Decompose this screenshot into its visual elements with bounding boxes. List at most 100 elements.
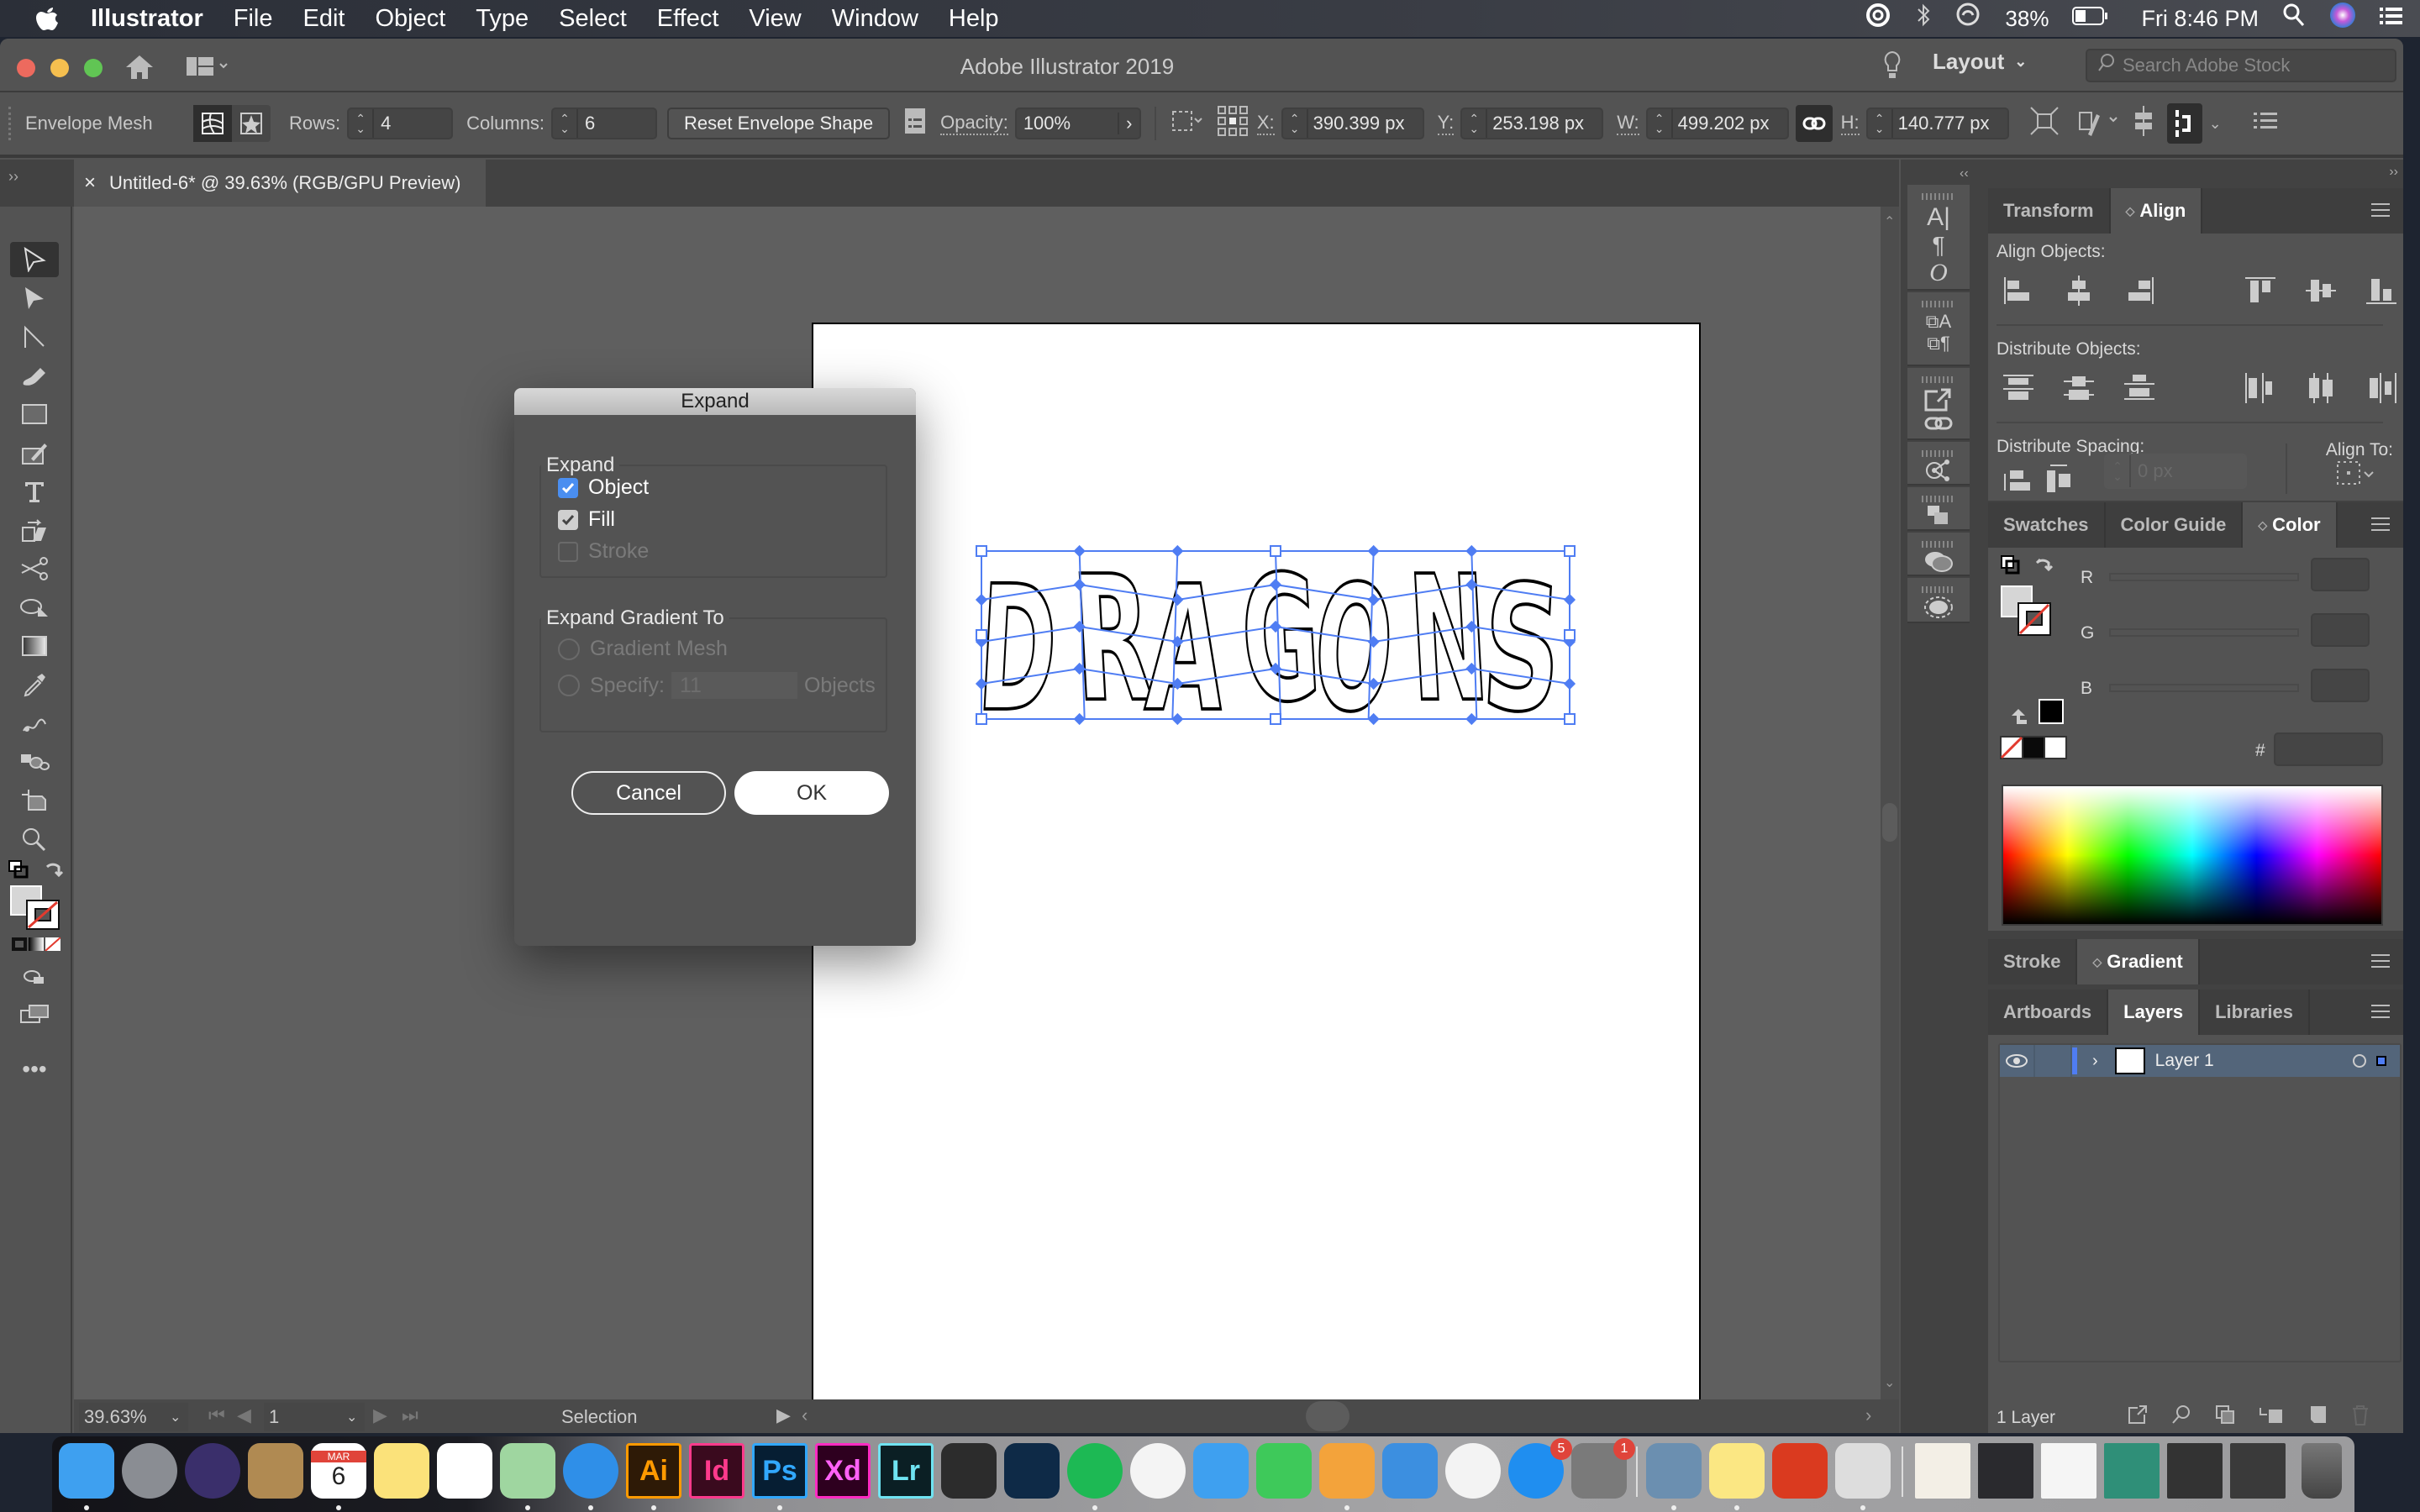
panel-group-grip[interactable]: [1922, 193, 1955, 200]
color-spectrum[interactable]: [2002, 785, 2383, 926]
scroll-down-arrow[interactable]: ⌄: [1884, 1374, 1895, 1391]
height-field[interactable]: ⌃ ⌄ 140.777 px: [1865, 108, 2009, 139]
menu-type[interactable]: Type: [476, 5, 529, 33]
align-stroke-icon[interactable]: [903, 107, 927, 140]
horizontal-scrollbar[interactable]: ‹ ›: [802, 1399, 1899, 1433]
drawing-mode-icon[interactable]: [10, 959, 59, 995]
symbol-sprayer-tool[interactable]: [10, 744, 59, 780]
rows-stepper-arrows[interactable]: ⌃ ⌄: [349, 109, 375, 138]
edit-toolbar-more-icon[interactable]: •••: [10, 1052, 59, 1087]
layers-panel-menu-icon[interactable]: [2371, 1005, 2390, 1018]
align-panel-menu-icon[interactable]: [2371, 203, 2390, 217]
dock-app-photos[interactable]: [1130, 1443, 1186, 1499]
scissors-tool[interactable]: [10, 551, 59, 586]
columns-stepper[interactable]: ⌃ ⌄ 6: [551, 108, 658, 139]
dock-app-photoshop[interactable]: Ps: [752, 1443, 808, 1499]
align-to-selection-dropdown[interactable]: [2336, 460, 2378, 491]
red-slider[interactable]: [2109, 573, 2299, 581]
dock-app-finder[interactable]: [59, 1443, 114, 1499]
appearance-icon[interactable]: [1907, 595, 1970, 624]
lock-toggle[interactable]: [2035, 1045, 2072, 1077]
dock-app-creative-cloud[interactable]: [1772, 1443, 1828, 1499]
mesh-anchor-point[interactable]: [1563, 593, 1576, 606]
horizontal-scroll-thumb[interactable]: [1306, 1401, 1349, 1431]
transform-icon[interactable]: [2029, 106, 2060, 141]
scroll-right-arrow[interactable]: ›: [1865, 1404, 1871, 1426]
dock-app-kindle[interactable]: [1004, 1443, 1060, 1499]
bounding-box-handle[interactable]: [1270, 545, 1281, 557]
swap-fill-stroke-icon[interactable]: [44, 860, 64, 883]
type-tool[interactable]: [10, 474, 59, 509]
layer-selection-indicator[interactable]: [2376, 1056, 2386, 1066]
x-position-field[interactable]: ⌃ ⌄ 390.399 px: [1281, 108, 1424, 139]
dock-app-contacts[interactable]: [248, 1443, 303, 1499]
dock-app-preview[interactable]: [1646, 1443, 1702, 1499]
tab-layers[interactable]: Layers: [2108, 990, 2201, 1035]
y-label[interactable]: Y:: [1437, 112, 1455, 135]
panel-group-grip[interactable]: [1922, 450, 1955, 457]
width-field[interactable]: ⌃ ⌄ 499.202 px: [1645, 108, 1789, 139]
control-bar-grip[interactable]: [8, 107, 13, 140]
cancel-button[interactable]: Cancel: [571, 771, 726, 815]
lightbulb-icon[interactable]: [1882, 50, 1902, 85]
export-icon[interactable]: [2128, 1404, 2148, 1431]
tab-swatches[interactable]: Swatches: [1988, 502, 2106, 548]
dock-minimized-window[interactable]: [1978, 1443, 2033, 1499]
swap-fill-stroke-icon[interactable]: [2033, 554, 2055, 579]
color-mode-buttons[interactable]: [12, 937, 61, 955]
bounding-box-handle[interactable]: [1564, 545, 1576, 557]
previous-artboard-button[interactable]: ◀: [237, 1404, 251, 1426]
object-checkbox-box[interactable]: [558, 477, 578, 498]
blend-tool[interactable]: [10, 706, 59, 741]
opacity-label[interactable]: Opacity:: [940, 112, 1008, 135]
width-value[interactable]: 499.202 px: [1678, 113, 1770, 134]
width-label[interactable]: W:: [1617, 112, 1639, 135]
x-label[interactable]: X:: [1256, 112, 1275, 135]
dock-app-illustrator[interactable]: Ai: [626, 1443, 681, 1499]
notification-center-icon[interactable]: [2380, 5, 2403, 33]
dock-app-siri[interactable]: [185, 1443, 240, 1499]
expand-panels-icon[interactable]: ››: [2389, 165, 2398, 180]
make-clipping-mask-icon[interactable]: [2215, 1404, 2235, 1431]
dock-minimized-window[interactable]: [2167, 1443, 2223, 1499]
panel-group-grip[interactable]: [1922, 496, 1955, 502]
dock-app-notes[interactable]: [374, 1443, 429, 1499]
properties-icon[interactable]: [1907, 459, 1970, 486]
shaper-tool[interactable]: [10, 435, 59, 470]
tab-stroke[interactable]: Stroke: [1988, 939, 2078, 984]
bounding-box-handle[interactable]: [1270, 713, 1281, 725]
chevron-down-icon[interactable]: ⌄: [170, 1409, 188, 1425]
bounding-box-handle[interactable]: [1564, 713, 1576, 725]
menu-app-name[interactable]: Illustrator: [91, 5, 203, 33]
horizontal-align-right-button[interactable]: [2123, 274, 2156, 307]
none-black-white-swatches[interactable]: [2000, 736, 2067, 764]
export-assets-icon[interactable]: [1907, 388, 1970, 416]
adobe-stock-search-input[interactable]: Search Adobe Stock: [2086, 49, 2396, 82]
dock-app-figma[interactable]: [941, 1443, 997, 1499]
color-panel-menu-icon[interactable]: [2371, 517, 2390, 531]
blue-slider[interactable]: [2109, 684, 2299, 692]
menu-help[interactable]: Help: [949, 5, 999, 33]
vertical-align-top-button[interactable]: [2244, 274, 2277, 307]
reset-envelope-shape-button[interactable]: Reset Envelope Shape: [667, 108, 891, 139]
dock-app-app-store[interactable]: 5: [1508, 1438, 1572, 1499]
envelope-mesh-artwork[interactable]: DRAGONS: [973, 543, 1578, 727]
close-document-icon[interactable]: ×: [84, 171, 96, 195]
default-fill-stroke-icon[interactable]: [2000, 554, 2020, 579]
green-value-field[interactable]: [2311, 613, 2370, 647]
menu-view[interactable]: View: [749, 5, 801, 33]
menu-window[interactable]: Window: [832, 5, 918, 33]
first-artboard-button[interactable]: ⏮: [208, 1404, 225, 1426]
height-label[interactable]: H:: [1840, 112, 1860, 135]
envelope-mesh-icon[interactable]: [193, 105, 232, 142]
menu-select[interactable]: Select: [559, 5, 627, 33]
menubar-clock[interactable]: Fri 8:46 PM: [2141, 6, 2259, 32]
vertical-distribute-bottom-button[interactable]: [2123, 371, 2156, 405]
bluetooth-icon[interactable]: [1916, 2, 1931, 35]
create-sublayer-icon[interactable]: [2259, 1404, 2284, 1431]
delete-layer-icon[interactable]: [2351, 1404, 2370, 1431]
artboard-number-field[interactable]: 1 ⌄: [264, 1403, 365, 1431]
dock-app-itunes[interactable]: [1445, 1443, 1501, 1499]
color-fill-stroke-swatch[interactable]: [2000, 585, 2052, 641]
vertical-align-bottom-button[interactable]: [2365, 274, 2398, 307]
